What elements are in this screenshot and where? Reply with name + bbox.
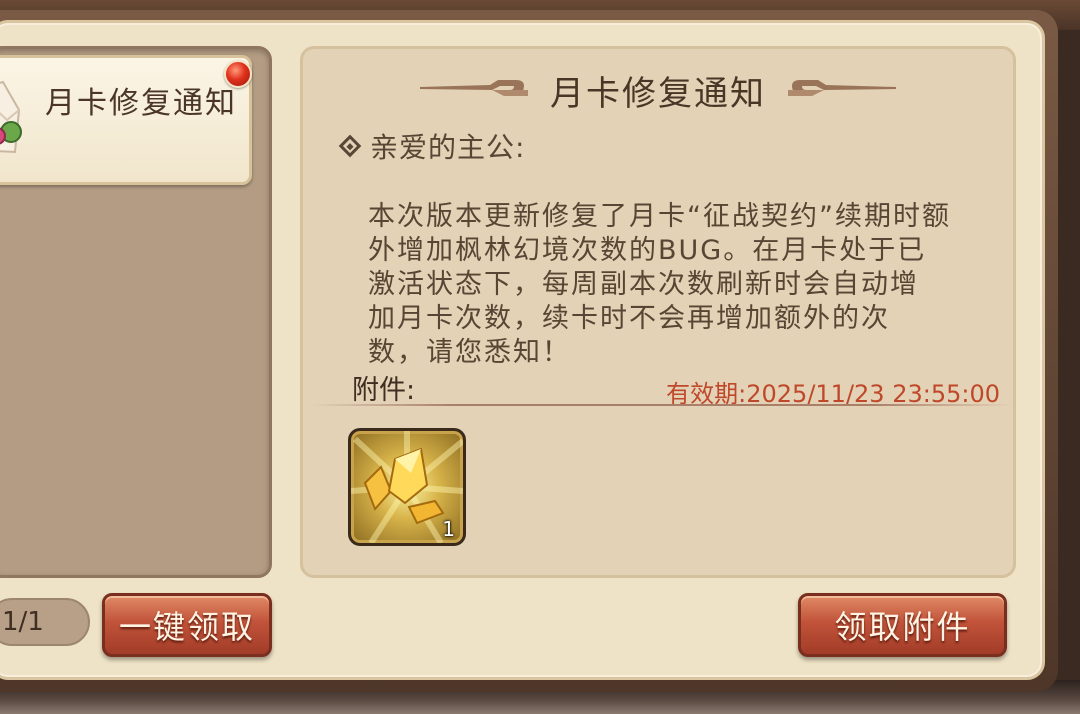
mail-greeting: 亲爱的主公: <box>370 131 526 164</box>
claim-all-button[interactable]: 一键领取 <box>102 593 272 657</box>
mail-detail-title: 月卡修复通知 <box>550 74 766 114</box>
unread-badge <box>224 60 252 88</box>
mail-item-title: 月卡修复通知 <box>45 86 237 121</box>
divider <box>312 404 1012 406</box>
title-ornament-right-icon <box>788 80 896 96</box>
envelope-icon <box>0 80 22 154</box>
mail-body-line: 数，请您悉知！ <box>368 337 571 368</box>
attachments-label: 附件: <box>352 375 416 406</box>
claim-attachment-button[interactable]: 领取附件 <box>798 593 1007 657</box>
page-indicator: 1/1 <box>0 598 90 646</box>
attachment-item[interactable]: 1 <box>348 428 466 546</box>
mail-list-item[interactable]: 月卡修复通知 <box>0 55 252 185</box>
attachment-count: 1 <box>442 517 455 541</box>
